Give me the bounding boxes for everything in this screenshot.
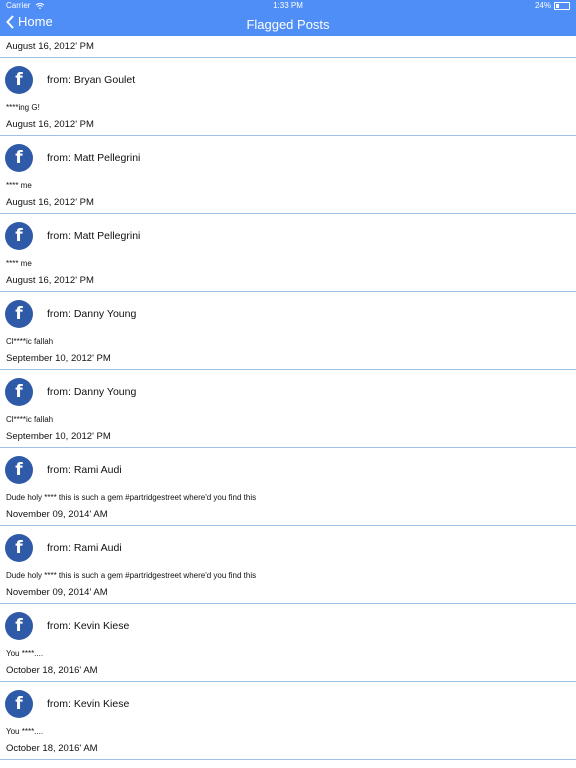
post-text: **** me bbox=[6, 259, 32, 268]
list-item[interactable]: f from: Kevin Kiese You ****.... October… bbox=[0, 604, 576, 682]
post-date: August 16, 2012' PM bbox=[0, 192, 576, 214]
post-date: August 16, 2012' PM bbox=[0, 114, 576, 136]
list-item[interactable]: f from: Matt Pellegrini **** me August 1… bbox=[0, 136, 576, 214]
post-header: f from: Matt Pellegrini bbox=[0, 136, 576, 180]
facebook-icon: f bbox=[5, 378, 33, 406]
status-bar: Carrier 1:33 PM 24% bbox=[0, 0, 576, 12]
page-title: Flagged Posts bbox=[246, 16, 330, 32]
list-item[interactable]: f from: Bryan Goulet ****ing G! August 1… bbox=[0, 58, 576, 136]
post-text: ****ing G! bbox=[6, 103, 40, 112]
battery-percent: 24% bbox=[534, 1, 551, 10]
battery-icon bbox=[554, 1, 570, 10]
chevron-left-icon bbox=[6, 14, 14, 29]
facebook-icon: f bbox=[5, 690, 33, 718]
post-author: from: Matt Pellegrini bbox=[47, 230, 141, 242]
facebook-icon: f bbox=[5, 144, 33, 172]
list-item[interactable]: f from: Danny Young Cl****ic fallah Sept… bbox=[0, 292, 576, 370]
flagged-posts-list[interactable]: August 16, 2012' PM f from: Bryan Goulet… bbox=[0, 36, 576, 760]
post-text: **** me bbox=[6, 181, 32, 190]
facebook-icon: f bbox=[5, 300, 33, 328]
post-author: from: Danny Young bbox=[47, 308, 137, 320]
facebook-icon: f bbox=[5, 66, 33, 94]
post-header: f from: Bryan Goulet bbox=[0, 58, 576, 102]
post-author: from: Matt Pellegrini bbox=[47, 152, 141, 164]
post-header: f from: Kevin Kiese bbox=[0, 682, 576, 726]
post-header: f from: Rami Audi bbox=[0, 448, 576, 492]
back-button-label: Home bbox=[18, 14, 53, 29]
post-author: from: Kevin Kiese bbox=[47, 698, 130, 710]
battery-level bbox=[556, 3, 559, 8]
navigation-bar: Home Flagged Posts bbox=[0, 12, 576, 36]
list-item[interactable]: f from: Matt Pellegrini **** me August 1… bbox=[0, 214, 576, 292]
post-header: f from: Kevin Kiese bbox=[0, 604, 576, 648]
post-header: f from: Danny Young bbox=[0, 370, 576, 414]
post-date: August 16, 2012' PM bbox=[0, 36, 576, 58]
post-date: November 09, 2014' AM bbox=[0, 504, 576, 526]
list-item[interactable]: f from: Kevin Kiese You ****.... October… bbox=[0, 682, 576, 760]
facebook-icon: f bbox=[5, 534, 33, 562]
post-date: November 09, 2014' AM bbox=[0, 582, 576, 604]
post-text: Cl****ic fallah bbox=[6, 415, 54, 424]
post-date: October 18, 2016' AM bbox=[0, 738, 576, 760]
post-text: Cl****ic fallah bbox=[6, 337, 54, 346]
post-text: You ****.... bbox=[6, 727, 44, 736]
post-date: September 10, 2012' PM bbox=[0, 348, 576, 370]
post-text: Dude holy **** this is such a gem #partr… bbox=[6, 493, 257, 502]
post-author: from: Kevin Kiese bbox=[47, 620, 130, 632]
post-author: from: Danny Young bbox=[47, 386, 137, 398]
status-time: 1:33 PM bbox=[273, 1, 303, 10]
post-date: August 16, 2012' PM bbox=[0, 270, 576, 292]
post-author: from: Rami Audi bbox=[47, 542, 122, 554]
facebook-icon: f bbox=[5, 222, 33, 250]
list-item[interactable]: f from: Danny Young Cl****ic fallah Sept… bbox=[0, 370, 576, 448]
post-date: September 10, 2012' PM bbox=[0, 426, 576, 448]
home-back-button[interactable]: Home bbox=[6, 14, 53, 29]
post-author: from: Bryan Goulet bbox=[47, 74, 136, 86]
list-item[interactable]: f from: Rami Audi Dude holy **** this is… bbox=[0, 448, 576, 526]
post-author: from: Rami Audi bbox=[47, 464, 122, 476]
post-header: f from: Rami Audi bbox=[0, 526, 576, 570]
facebook-icon: f bbox=[5, 456, 33, 484]
post-header: f from: Matt Pellegrini bbox=[0, 214, 576, 258]
post-date: October 18, 2016' AM bbox=[0, 660, 576, 682]
facebook-icon: f bbox=[5, 612, 33, 640]
battery-indicator: 24% bbox=[535, 1, 570, 10]
list-item[interactable]: f from: Rami Audi Dude holy **** this is… bbox=[0, 526, 576, 604]
post-text: You ****.... bbox=[6, 649, 44, 658]
post-text: Dude holy **** this is such a gem #partr… bbox=[6, 571, 257, 580]
post-header: f from: Danny Young bbox=[0, 292, 576, 336]
